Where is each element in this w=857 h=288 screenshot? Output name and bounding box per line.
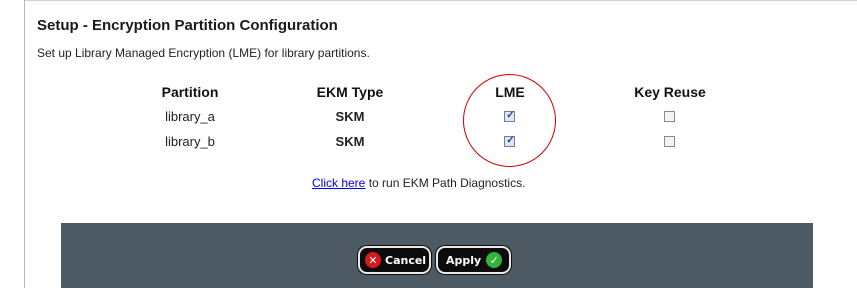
header-key-reuse: Key Reuse (634, 84, 706, 100)
check-circle-icon: ✓ (486, 252, 503, 268)
highlight-circle (463, 74, 556, 167)
header-partition: Partition (161, 84, 219, 100)
diagnostics-text: to run EKM Path Diagnostics. (365, 176, 526, 190)
apply-button[interactable]: Apply ✓ (436, 246, 511, 274)
page-title: Setup - Encryption Partition Configurati… (37, 17, 338, 34)
key-reuse-checkbox[interactable] (664, 111, 675, 122)
partition-name: library_a (165, 109, 215, 124)
x-circle-icon: ✕ (365, 252, 381, 268)
apply-label: Apply (446, 253, 482, 267)
partition-name: library_b (165, 134, 215, 149)
ekm-type: SKM (335, 134, 365, 149)
page-subtitle: Set up Library Managed Encryption (LME) … (37, 46, 370, 60)
ekm-type: SKM (335, 109, 365, 124)
key-reuse-checkbox[interactable] (664, 136, 675, 147)
header-ekm-type: EKM Type (316, 84, 384, 100)
diagnostics-line: Click here to run EKM Path Diagnostics. (312, 176, 525, 190)
cancel-button[interactable]: ✕ Cancel (358, 246, 431, 274)
cancel-label: Cancel (385, 253, 427, 267)
diagnostics-link[interactable]: Click here (312, 176, 365, 190)
